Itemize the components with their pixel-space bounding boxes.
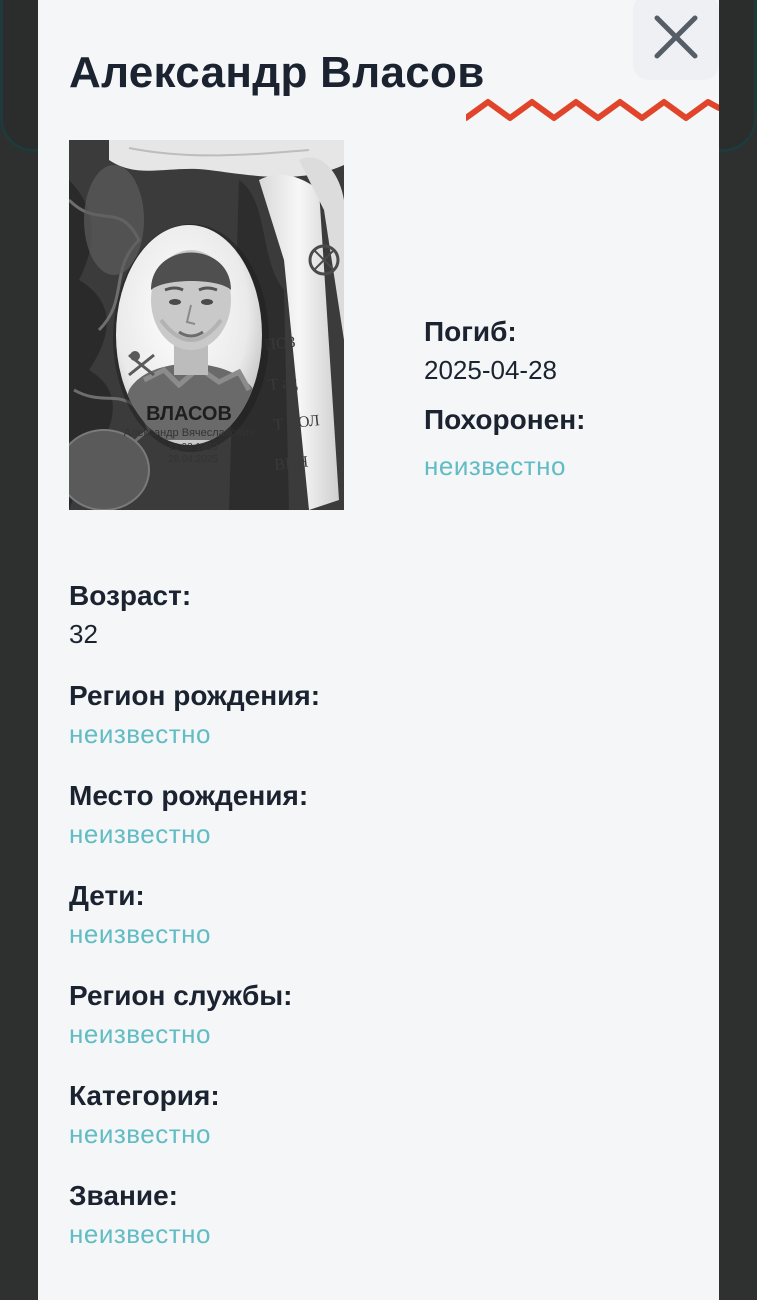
decorative-zigzag (466, 99, 719, 121)
detail-label: Регион службы: (69, 980, 293, 1011)
detail-value: неизвестно (69, 1019, 211, 1049)
detail-children: Дети: неизвестно (69, 876, 320, 952)
detail-value: неизвестно (69, 819, 211, 849)
detail-birth-region: Регион рождения: неизвестно (69, 676, 320, 752)
died-value: 2025-04-28 (424, 355, 557, 385)
buried-label: Похоронен: (424, 404, 586, 435)
close-icon (654, 15, 698, 59)
detail-label: Место рождения: (69, 780, 309, 811)
plaque-surname: ВЛАСОВ (146, 403, 232, 425)
buried-value: неизвестно (424, 451, 566, 481)
svg-text:Т ад: Т ад (268, 374, 299, 394)
memorial-photo-image: ПОЗ Т ад Т ДОЛ ВИН ВЛАСОВ Александр Вяче… (69, 140, 344, 510)
detail-label: Регион рождения: (69, 680, 321, 711)
detail-category: Категория: неизвестно (69, 1076, 320, 1152)
plaque-fullname: Александр Вячеславович (124, 427, 255, 439)
detail-label: Звание: (69, 1180, 178, 1211)
detail-value: неизвестно (69, 1119, 211, 1149)
detail-service-region: Регион службы: неизвестно (69, 976, 320, 1052)
detail-value: неизвестно (69, 919, 211, 949)
person-name: Александр Власов (69, 48, 485, 97)
person-modal: Александр Власов ПОЗ Т ад Т ДОЛ ВИН ВЛАС… (38, 0, 719, 1300)
death-info: Погиб: 2025-04-28 Похоронен: неизвестно (424, 312, 585, 484)
plaque-death-date: 28.04.2025 (168, 454, 218, 465)
detail-age: Возраст: 32 (69, 576, 320, 652)
detail-value: 32 (69, 619, 98, 649)
detail-rank: Звание: неизвестно (69, 1176, 320, 1252)
close-button[interactable] (633, 0, 719, 80)
person-details: Возраст: 32 Регион рождения: неизвестно … (69, 576, 320, 1276)
died-label: Погиб: (424, 316, 517, 347)
svg-text:ВИН: ВИН (274, 453, 310, 473)
detail-value: неизвестно (69, 719, 211, 749)
person-photo[interactable]: ПОЗ Т ад Т ДОЛ ВИН ВЛАСОВ Александр Вяче… (69, 140, 344, 510)
detail-birth-place: Место рождения: неизвестно (69, 776, 320, 852)
detail-label: Категория: (69, 1080, 220, 1111)
detail-label: Дети: (69, 880, 145, 911)
detail-value: неизвестно (69, 1219, 211, 1249)
plaque-birth-date: 11.03.1993 (168, 442, 218, 453)
detail-label: Возраст: (69, 580, 192, 611)
